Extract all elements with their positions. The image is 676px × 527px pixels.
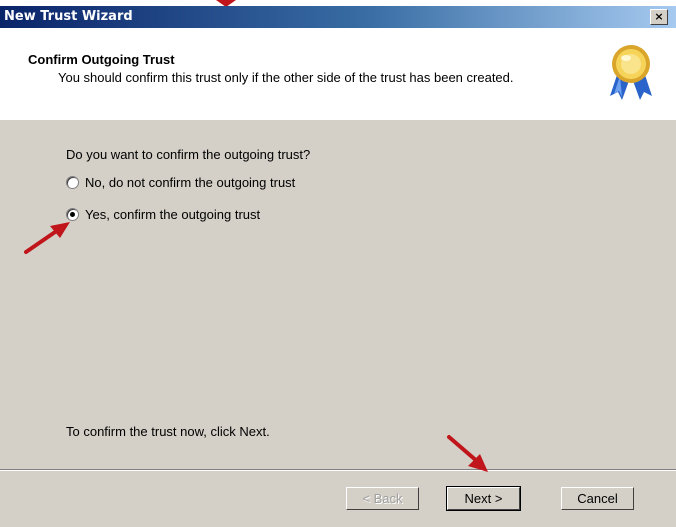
title-bar[interactable]: New Trust Wizard × xyxy=(0,6,676,28)
radio-button-no[interactable] xyxy=(66,176,79,189)
close-button[interactable]: × xyxy=(650,9,668,25)
question-label: Do you want to confirm the outgoing trus… xyxy=(66,147,311,162)
cancel-button[interactable]: Cancel xyxy=(561,487,634,510)
next-button[interactable]: Next > xyxy=(446,486,521,511)
page-title: Confirm Outgoing Trust xyxy=(28,52,175,67)
radio-label-no[interactable]: No, do not confirm the outgoing trust xyxy=(85,175,295,190)
medal-icon xyxy=(610,45,652,100)
radio-label-yes[interactable]: Yes, confirm the outgoing trust xyxy=(85,207,260,222)
window-title: New Trust Wizard xyxy=(4,9,133,24)
instruction-text: To confirm the trust now, click Next. xyxy=(66,424,270,439)
header-divider xyxy=(0,119,676,120)
radio-option-no[interactable]: No, do not confirm the outgoing trust xyxy=(66,175,295,190)
annotation-arrow-yes xyxy=(24,222,70,254)
page-subtitle: You should confirm this trust only if th… xyxy=(58,70,514,85)
wizard-window: New Trust Wizard × Confirm Outgoing Trus… xyxy=(0,6,676,527)
back-button[interactable]: < Back xyxy=(346,487,419,510)
radio-option-yes[interactable]: Yes, confirm the outgoing trust xyxy=(66,207,260,222)
button-separator xyxy=(0,469,676,471)
annotation-arrow-next xyxy=(447,435,488,472)
wizard-header: Confirm Outgoing Trust You should confir… xyxy=(0,28,676,120)
